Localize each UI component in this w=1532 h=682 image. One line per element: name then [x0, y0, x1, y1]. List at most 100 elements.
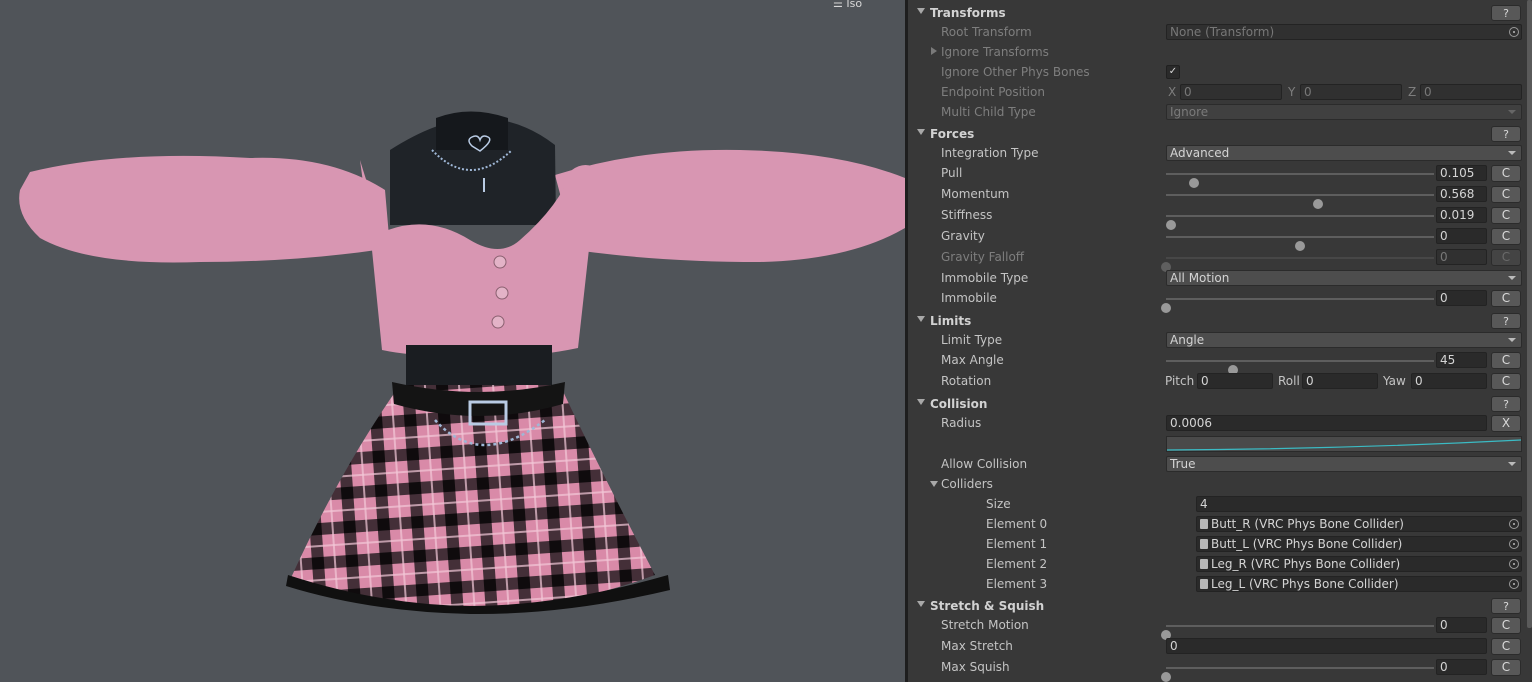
collider-object-field[interactable]: Leg_L (VRC Phys Bone Collider)	[1196, 576, 1522, 592]
foldout-open-icon[interactable]	[917, 399, 925, 405]
curve-button[interactable]: C	[1491, 638, 1521, 655]
pull-slider[interactable]	[1166, 173, 1434, 188]
pitch-field[interactable]: 0	[1197, 373, 1273, 389]
gravity-falloff-slider[interactable]	[1161, 257, 1434, 272]
immobile-field[interactable]: 0	[1436, 290, 1487, 306]
gravity-slider[interactable]	[1166, 236, 1434, 251]
immobile-type-label: Immobile Type	[941, 271, 1029, 285]
momentum-field[interactable]: 0.568	[1436, 186, 1487, 202]
collider-object-field[interactable]: Butt_L (VRC Phys Bone Collider)	[1196, 536, 1522, 552]
scene-viewport[interactable]: ☰ Iso	[0, 0, 906, 682]
iso-label[interactable]: ☰ Iso	[833, 0, 862, 10]
help-button[interactable]: ?	[1491, 313, 1521, 329]
max-angle-field[interactable]: 45	[1436, 352, 1487, 368]
curve-button[interactable]: C	[1491, 207, 1521, 224]
section-forces[interactable]: Forces ?	[908, 123, 1527, 143]
pull-field[interactable]: 0.105	[1436, 165, 1487, 181]
foldout-open-icon[interactable]	[917, 316, 925, 322]
radius-field[interactable]: 0.0006	[1166, 415, 1487, 431]
section-limits[interactable]: Limits ?	[908, 310, 1527, 330]
multi-child-value: Ignore	[1170, 105, 1209, 119]
foldout-open-icon[interactable]	[917, 129, 925, 135]
size-field[interactable]: 4	[1196, 496, 1522, 512]
endpoint-y-field[interactable]: 0	[1300, 84, 1402, 100]
endpoint-x-field[interactable]: 0	[1180, 84, 1282, 100]
max-stretch-field[interactable]: 0	[1166, 638, 1487, 654]
help-button[interactable]: ?	[1491, 396, 1521, 412]
section-transforms[interactable]: Transforms ?	[908, 2, 1527, 22]
curve-button[interactable]: C	[1491, 290, 1521, 307]
pull-row: Pull 0.105 C	[908, 163, 1527, 188]
help-button[interactable]: ?	[1491, 598, 1521, 614]
roll-label: Roll	[1278, 374, 1300, 388]
stiffness-label: Stiffness	[941, 208, 993, 222]
element-label: Element 2	[986, 557, 1048, 571]
collider-value: Butt_R (VRC Phys Bone Collider)	[1211, 517, 1404, 531]
clear-curve-button[interactable]: X	[1491, 415, 1521, 432]
max-angle-slider[interactable]	[1166, 360, 1434, 375]
curve-button[interactable]: C	[1491, 617, 1521, 634]
object-picker-icon[interactable]	[1509, 579, 1519, 589]
help-button[interactable]: ?	[1491, 5, 1521, 21]
collider-object-field[interactable]: Leg_R (VRC Phys Bone Collider)	[1196, 556, 1522, 572]
max-stretch-label: Max Stretch	[941, 639, 1013, 653]
foldout-closed-icon[interactable]	[931, 47, 937, 55]
roll-field[interactable]: 0	[1302, 373, 1378, 389]
immobile-slider[interactable]	[1161, 298, 1434, 313]
stretch-motion-slider[interactable]	[1161, 625, 1434, 640]
curve-button[interactable]: C	[1491, 659, 1521, 676]
foldout-open-icon[interactable]	[917, 601, 925, 607]
gravity-field[interactable]: 0	[1436, 228, 1487, 244]
x-axis-label: X	[1168, 85, 1177, 99]
curve-button[interactable]: C	[1491, 186, 1521, 203]
radius-curve-field[interactable]	[1166, 436, 1522, 452]
yaw-field[interactable]: 0	[1411, 373, 1487, 389]
object-picker-icon[interactable]	[1509, 559, 1519, 569]
object-picker-icon[interactable]	[1509, 539, 1519, 549]
curve-button[interactable]: C	[1491, 165, 1521, 182]
root-transform-field[interactable]: None (Transform)	[1166, 24, 1522, 40]
multi-child-row: Multi Child Type Ignore	[908, 102, 1527, 122]
max-squish-slider[interactable]	[1161, 667, 1434, 682]
inspector-scrollbar[interactable]	[1527, 0, 1532, 628]
colliders-row[interactable]: Colliders	[908, 474, 1527, 494]
ignore-other-label: Ignore Other Phys Bones	[941, 65, 1090, 79]
section-title: Stretch & Squish	[930, 599, 1045, 613]
help-button[interactable]: ?	[1491, 126, 1521, 142]
object-picker-icon[interactable]	[1509, 27, 1519, 37]
integration-row: Integration Type Advanced	[908, 143, 1527, 163]
curve-button[interactable]: C	[1491, 352, 1521, 369]
slider-handle[interactable]	[1161, 672, 1171, 682]
curve-button[interactable]: C	[1491, 228, 1521, 245]
max-angle-row: Max Angle 45 C	[908, 350, 1527, 375]
foldout-open-icon[interactable]	[930, 481, 938, 487]
max-squish-field[interactable]: 0	[1436, 659, 1487, 675]
ignore-other-checkbox[interactable]: ✓	[1166, 65, 1180, 79]
section-stretch-squish[interactable]: Stretch & Squish ?	[908, 595, 1527, 615]
momentum-row: Momentum 0.568 C	[908, 184, 1527, 209]
chevron-down-icon	[1508, 462, 1516, 466]
stiffness-slider[interactable]	[1166, 215, 1434, 230]
momentum-slider[interactable]	[1166, 194, 1434, 209]
immobile-type-dropdown[interactable]: All Motion	[1166, 270, 1522, 286]
rotation-row: Rotation Pitch 0 Roll 0 Yaw 0 C	[908, 371, 1527, 391]
radius-row: Radius 0.0006 X	[908, 413, 1527, 433]
endpoint-row: Endpoint Position X 0 Y 0 Z 0	[908, 82, 1527, 102]
chevron-down-icon	[1508, 151, 1516, 155]
limit-type-dropdown[interactable]: Angle	[1166, 332, 1522, 348]
stiffness-field[interactable]: 0.019	[1436, 207, 1487, 223]
curve-button[interactable]: C	[1491, 249, 1521, 266]
foldout-open-icon[interactable]	[917, 8, 925, 14]
collider-object-field[interactable]: Butt_R (VRC Phys Bone Collider)	[1196, 516, 1522, 532]
ignore-transforms-row[interactable]: Ignore Transforms	[908, 42, 1527, 62]
integration-dropdown[interactable]: Advanced	[1166, 145, 1522, 161]
multi-child-dropdown[interactable]: Ignore	[1166, 104, 1522, 120]
curve-button[interactable]: C	[1491, 373, 1521, 390]
object-picker-icon[interactable]	[1509, 519, 1519, 529]
element-label: Element 1	[986, 537, 1048, 551]
endpoint-z-field[interactable]: 0	[1420, 84, 1522, 100]
section-collision[interactable]: Collision ?	[908, 393, 1527, 413]
allow-collision-dropdown[interactable]: True	[1166, 456, 1522, 472]
stretch-motion-field[interactable]: 0	[1436, 617, 1487, 633]
gravity-falloff-field[interactable]: 0	[1436, 249, 1487, 265]
